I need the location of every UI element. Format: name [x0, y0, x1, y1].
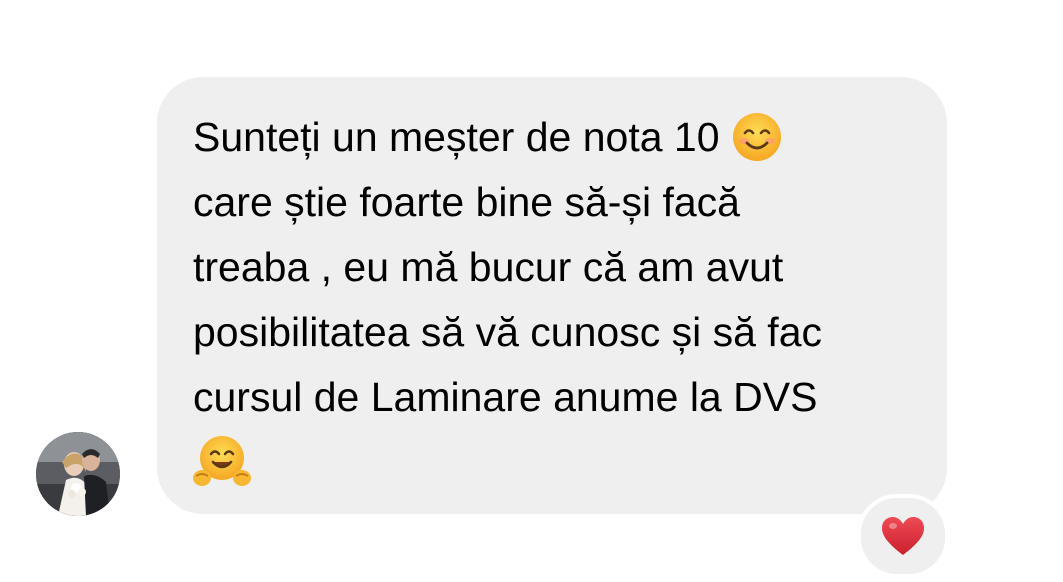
smiling-face-emoji: [731, 111, 783, 163]
heart-reaction[interactable]: [857, 494, 949, 578]
message-line-4: posibilitatea să vă cunosc și să fac: [193, 309, 822, 355]
message-text: Sunteți un meșter de nota 10 care știe f…: [193, 105, 917, 495]
hugging-face-emoji: [193, 434, 251, 490]
message-line-3: treaba , eu mă bucur că am avut: [193, 244, 784, 290]
message-line-2: care știe foarte bine să-și facă: [193, 179, 740, 225]
message-line-6: [193, 430, 917, 495]
message-line-1-text: Sunteți un meșter de nota 10: [193, 114, 720, 160]
message-line-5: cursul de Laminare anume la DVS: [193, 374, 818, 420]
message-bubble[interactable]: Sunteți un meșter de nota 10 care știe f…: [157, 77, 947, 514]
sender-avatar[interactable]: [36, 432, 120, 516]
message-line-1: Sunteți un meșter de nota 10: [193, 105, 917, 170]
chat-message-area: Sunteți un meșter de nota 10 care știe f…: [0, 0, 1063, 582]
red-heart-icon: [882, 517, 924, 555]
avatar-photo: [36, 432, 120, 516]
